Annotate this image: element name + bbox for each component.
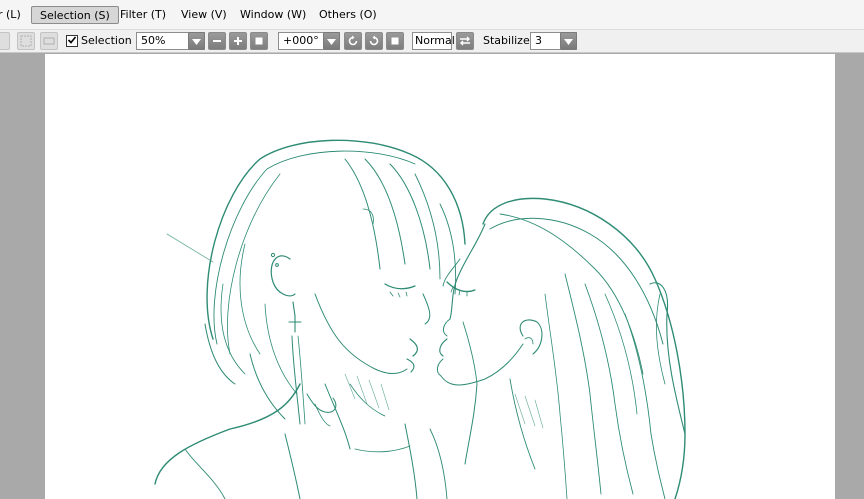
rotate-cw-icon [368,35,380,47]
menu-view[interactable]: View (V) [173,6,235,24]
rotate-cw-button[interactable] [365,32,383,50]
rotate-ccw-icon [347,35,359,47]
select-all-button[interactable] [17,32,35,50]
flip-button[interactable] [456,32,474,50]
checkmark-icon [67,35,77,48]
toolbar: Selection 50% +000° Normal Stabilizer 3 [0,30,864,53]
menu-filter[interactable]: Filter (T) [112,6,174,24]
drawing-canvas[interactable] [45,54,835,499]
menu-others[interactable]: Others (O) [311,6,385,24]
rotation-reset-button[interactable] [386,32,404,50]
selection-tool-button[interactable] [0,32,10,50]
square-icon [390,36,400,46]
zoom-in-button[interactable] [229,32,247,50]
square-icon [254,36,264,46]
select-all-icon [20,35,32,47]
zoom-out-button[interactable] [208,32,226,50]
menu-selection[interactable]: Selection (S) [31,6,119,24]
rotate-ccw-button[interactable] [344,32,362,50]
blend-mode-field[interactable]: Normal [412,32,455,50]
deselect-button[interactable] [40,32,58,50]
plus-icon [233,36,243,46]
stabilizer-label: Stabilizer [483,34,535,47]
menu-bar: r (L) Selection (S) Filter (T) View (V) … [0,0,864,30]
menu-window[interactable]: Window (W) [232,6,314,24]
minus-icon [212,36,222,46]
flip-horizontal-icon [459,35,471,47]
zoom-reset-button[interactable] [250,32,268,50]
chevron-down-icon [192,35,201,48]
menu-layer[interactable]: r (L) [0,6,29,24]
selection-checkbox-label: Selection [81,34,132,47]
stabilizer-dropdown-button[interactable] [560,32,577,50]
zoom-dropdown-button[interactable] [188,32,205,50]
deselect-icon [43,35,55,47]
line-art-sketch [154,139,686,499]
chevron-down-icon [564,35,573,48]
chevron-down-icon [327,35,336,48]
selection-checkbox[interactable] [66,35,78,47]
rotation-dropdown-button[interactable] [323,32,340,50]
